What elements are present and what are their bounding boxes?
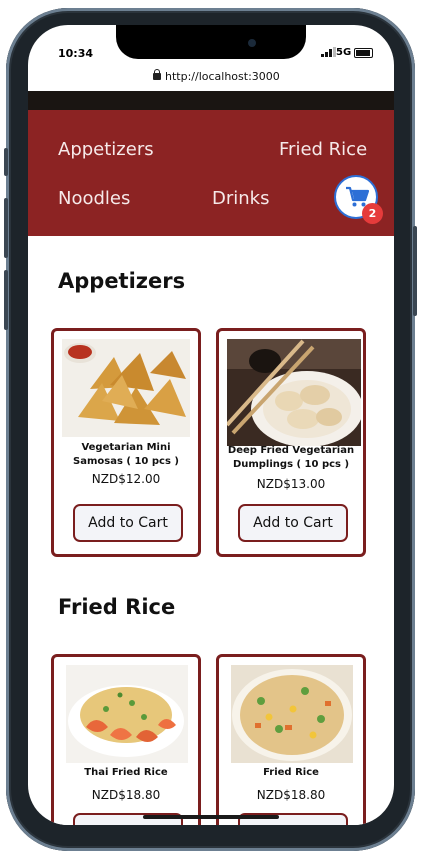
phone-screen: 10:34 5G http://localhost:3000 Appetizer… <box>28 25 394 825</box>
header-image-strip <box>28 91 394 110</box>
fried-rice-image <box>231 665 353 763</box>
lock-icon <box>153 69 161 80</box>
product-price: NZD$18.80 <box>256 788 326 802</box>
product-card: Deep Fried Vegetarian Dumplings ( 10 pcs… <box>216 328 366 557</box>
network-label: 5G <box>336 47 352 58</box>
volume-down-button <box>4 270 8 330</box>
section-title-fried-rice: Fried Rice <box>58 595 176 619</box>
product-price: NZD$18.80 <box>91 788 161 802</box>
product-card: Thai Fried Rice NZD$18.80 <box>51 654 201 825</box>
add-to-cart-button[interactable]: Add to Cart <box>238 504 348 542</box>
product-price: NZD$13.00 <box>256 477 326 491</box>
home-indicator <box>143 815 279 819</box>
notch <box>116 25 306 59</box>
battery-icon <box>354 48 373 58</box>
browser-url-bar[interactable]: http://localhost:3000 <box>28 65 394 91</box>
product-name: Deep Fried Vegetarian Dumplings ( 10 pcs… <box>227 445 355 470</box>
mute-switch <box>4 148 8 176</box>
nav-link-fried-rice[interactable]: Fried Rice <box>279 139 367 160</box>
nav-link-noodles[interactable]: Noodles <box>58 188 130 209</box>
product-price: NZD$12.00 <box>91 472 161 486</box>
product-name: Thai Fried Rice <box>84 767 168 778</box>
camera-icon <box>248 39 256 47</box>
samosa-image <box>62 339 190 437</box>
url-text: http://localhost:3000 <box>165 70 280 83</box>
section-title-appetizers: Appetizers <box>58 269 186 293</box>
product-name: Fried Rice <box>263 767 319 778</box>
nav-link-appetizers[interactable]: Appetizers <box>58 139 154 160</box>
cart-count-badge: 2 <box>362 203 383 224</box>
status-time: 10:34 <box>58 47 94 60</box>
thai-fried-rice-image <box>66 665 188 763</box>
dumplings-image <box>227 339 361 446</box>
volume-up-button <box>4 198 8 258</box>
navbar: Appetizers Fried Rice Noodles Drinks <box>28 110 394 236</box>
add-to-cart-button[interactable]: Add to Cart <box>73 504 183 542</box>
power-button <box>413 226 417 316</box>
product-name: Vegetarian Mini Samosas ( 10 pcs ) <box>73 442 179 467</box>
nav-link-drinks[interactable]: Drinks <box>212 188 269 209</box>
product-card: Fried Rice NZD$18.80 <box>216 654 366 825</box>
product-card: Vegetarian Mini Samosas ( 10 pcs ) NZD$1… <box>51 328 201 557</box>
